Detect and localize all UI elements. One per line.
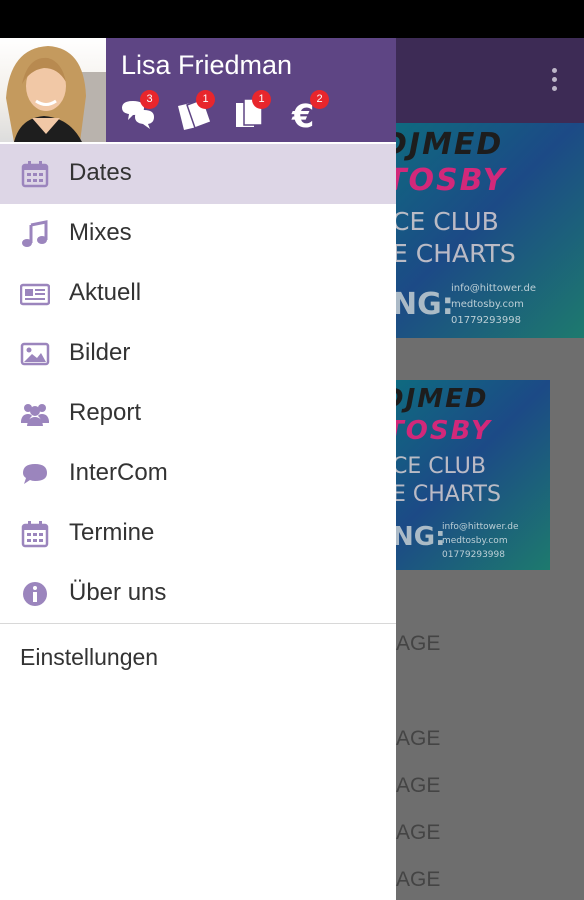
speech-bubble-icon — [23, 464, 47, 484]
menu-item-label: Termine — [69, 519, 155, 546]
banner-line: E CHARTS — [396, 482, 501, 507]
menu-item-label: Mixes — [69, 219, 132, 246]
menu-item-aktuell[interactable]: Aktuell — [0, 264, 396, 324]
menu-item-label: Über uns — [69, 579, 167, 606]
tickets-count-badge: 1 — [196, 90, 215, 109]
tickets-button[interactable]: 1 — [175, 90, 215, 132]
payments-count-badge: 2 — [310, 90, 329, 109]
menu-divider — [0, 623, 396, 624]
banner-subtitle: TOSBY — [396, 416, 492, 446]
info-icon — [23, 582, 47, 606]
event-banner[interactable]: DJMED TOSBY CE CLUB E CHARTS NG: info@hi… — [396, 380, 550, 570]
menu-item-label: Bilder — [69, 339, 131, 366]
menu-item-ueber-uns[interactable]: Über uns — [0, 564, 396, 624]
menu-item-intercom[interactable]: InterCom — [0, 444, 396, 504]
list-text: AGE — [396, 868, 441, 891]
banner-contact: medtosby.com — [451, 299, 524, 310]
banner-subtitle: TOSBY — [396, 163, 507, 198]
banner-line: CE CLUB — [396, 207, 499, 236]
documents-count-badge: 1 — [252, 90, 271, 109]
list-text: AGE — [396, 632, 441, 655]
calendar-icon — [21, 161, 49, 188]
menu-item-label: Dates — [69, 159, 132, 186]
list-text: AGE — [396, 821, 441, 844]
drawer-header: Lisa Friedman 3 1 1 € 2 — [0, 38, 396, 142]
banner-title: DJMED — [396, 127, 504, 162]
menu-item-label: Aktuell — [69, 279, 142, 306]
menu-item-label: Report — [69, 399, 142, 426]
avatar[interactable] — [0, 38, 106, 142]
list-text: AGE — [396, 774, 441, 797]
menu-item-label: InterCom — [69, 459, 168, 486]
list-text: AGE — [396, 727, 441, 750]
group-icon — [21, 404, 49, 426]
banner-line: NG: — [396, 522, 446, 552]
menu-item-dates[interactable]: Dates — [0, 144, 396, 204]
documents-button[interactable]: 1 — [231, 90, 271, 132]
messages-button[interactable]: 3 — [119, 90, 159, 132]
banner-contact: medtosby.com — [442, 536, 508, 546]
banner-contact: 01779293998 — [451, 315, 521, 326]
status-bar — [0, 0, 584, 38]
newspaper-icon — [20, 283, 50, 306]
music-note-icon — [22, 220, 48, 247]
menu-item-termine[interactable]: Termine — [0, 504, 396, 564]
messages-count-badge: 3 — [140, 90, 159, 109]
banner-line: E CHARTS — [396, 239, 516, 268]
banner-contact: 01779293998 — [442, 550, 505, 560]
navigation-drawer: Lisa Friedman 3 1 1 € 2 Dates Mixes Aktu… — [0, 38, 396, 900]
banner-title: DJMED — [396, 384, 489, 414]
calendar-icon — [21, 521, 49, 548]
event-banner[interactable]: DJMED TOSBY CE CLUB E CHARTS NG: info@hi… — [396, 123, 584, 338]
banner-line: CE CLUB — [396, 454, 486, 479]
menu-item-bilder[interactable]: Bilder — [0, 324, 396, 384]
payments-button[interactable]: € 2 — [289, 90, 329, 135]
menu-item-report[interactable]: Report — [0, 384, 396, 444]
banner-line: NG: — [396, 287, 454, 322]
banner-contact: info@hittower.de — [442, 522, 519, 532]
overflow-menu-icon[interactable] — [552, 68, 558, 94]
banner-contact: info@hittower.de — [451, 283, 537, 294]
image-icon — [20, 342, 50, 366]
settings-menu-item[interactable]: Einstellungen — [20, 644, 158, 671]
user-name: Lisa Friedman — [121, 50, 293, 80]
menu-item-mixes[interactable]: Mixes — [0, 204, 396, 264]
